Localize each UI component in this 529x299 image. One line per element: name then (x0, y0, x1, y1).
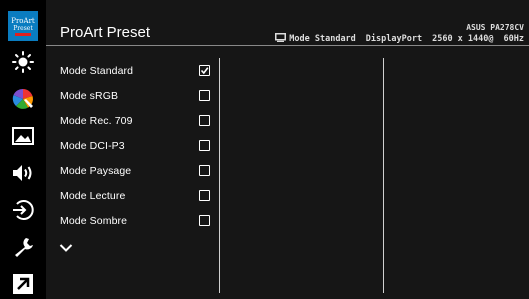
option-mode-lecture[interactable]: Mode Lecture (46, 183, 218, 208)
input-select-icon[interactable] (6, 195, 40, 225)
model-name: ASUS PA278CV (466, 23, 524, 32)
chevron-down-icon[interactable] (59, 240, 73, 258)
monitor-icon (275, 33, 287, 45)
option-checkbox[interactable] (199, 215, 210, 226)
status-resolution: 2560 x 1440@ (432, 34, 494, 44)
brightness-icon[interactable] (6, 47, 40, 77)
option-checkbox-checked[interactable] (199, 65, 210, 76)
option-checkbox[interactable] (199, 115, 210, 126)
header: ProArt Preset ASUS PA278CV Mode Standard… (46, 0, 529, 46)
status-input: DisplayPort (365, 34, 423, 44)
column-divider (383, 58, 384, 293)
proart-preset-logo-icon[interactable]: ProArt Preset (8, 11, 38, 41)
option-mode-dci-p3[interactable]: Mode DCI-P3 (46, 133, 218, 158)
logo-line1: ProArt (11, 16, 35, 25)
option-mode-paysage[interactable]: Mode Paysage (46, 158, 218, 183)
main-panel: ProArt Preset ASUS PA278CV Mode Standard… (46, 0, 529, 299)
logo-red-bar (15, 32, 31, 36)
option-checkbox[interactable] (199, 90, 210, 101)
status-bar: Mode Standard DisplayPort 2560 x 1440@ 6… (275, 33, 524, 45)
sidebar: ProArt Preset (0, 0, 46, 299)
option-mode-standard[interactable]: Mode Standard (46, 58, 218, 83)
status-refresh: 60Hz (503, 34, 524, 44)
option-label: Mode Paysage (60, 164, 132, 177)
option-checkbox[interactable] (199, 140, 210, 151)
option-label: Mode Sombre (60, 214, 128, 227)
option-label: Mode Lecture (60, 189, 126, 202)
logo-line2: Preset (13, 24, 33, 32)
status-mode: Mode Standard (289, 34, 356, 44)
option-label: Mode Rec. 709 (60, 114, 133, 127)
option-mode-rec709[interactable]: Mode Rec. 709 (46, 108, 218, 133)
option-mode-sombre[interactable]: Mode Sombre (46, 208, 218, 233)
image-icon[interactable] (6, 121, 40, 151)
option-checkbox[interactable] (199, 190, 210, 201)
wrench-icon[interactable] (6, 232, 40, 262)
sound-icon[interactable] (6, 158, 40, 188)
page-title: ProArt Preset (60, 24, 151, 41)
option-label: Mode Standard (60, 64, 134, 77)
option-mode-srgb[interactable]: Mode sRGB (46, 83, 218, 108)
color-icon[interactable] (6, 84, 40, 114)
option-checkbox[interactable] (199, 165, 210, 176)
column-divider (219, 58, 220, 293)
shortcut-icon[interactable] (6, 269, 40, 299)
option-label: Mode DCI-P3 (60, 139, 125, 152)
option-label: Mode sRGB (60, 89, 119, 102)
preset-list: Mode Standard Mode sRGB Mode Rec. 709 Mo… (46, 58, 218, 233)
